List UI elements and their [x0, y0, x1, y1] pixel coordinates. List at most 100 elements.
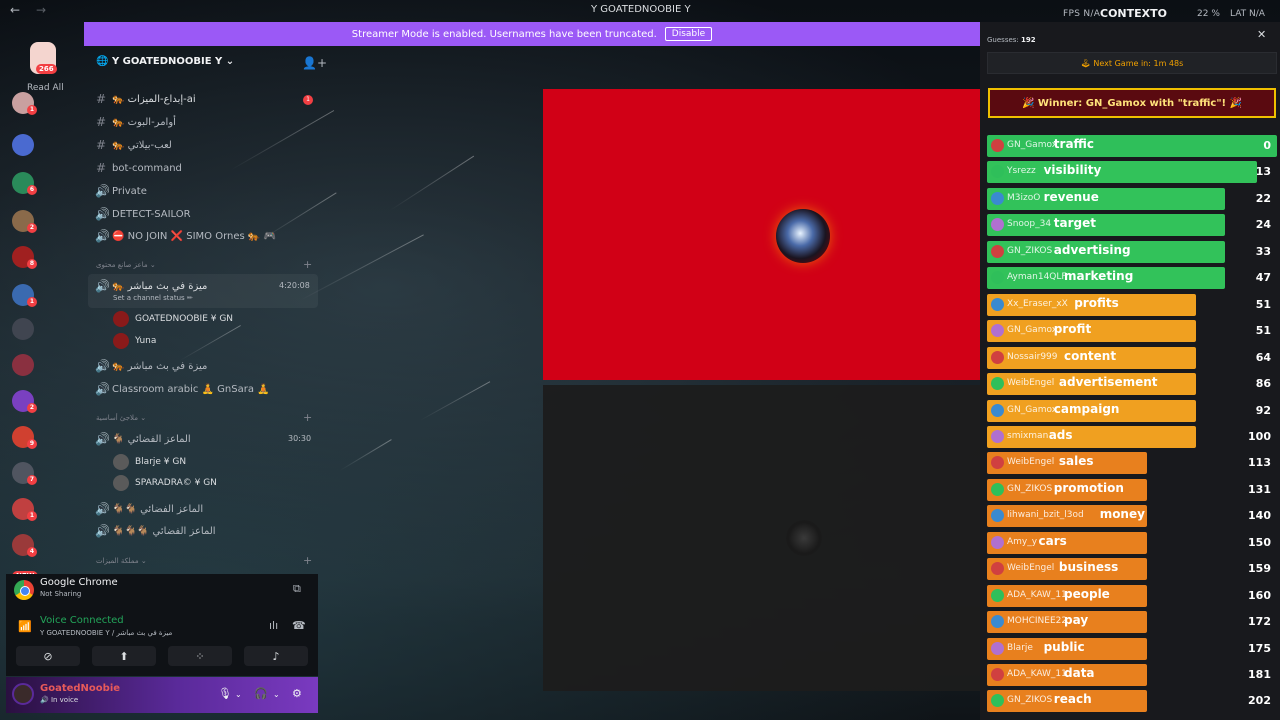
guesser-name: Amy_y	[1007, 536, 1038, 547]
guesser-name: M3izoO	[1007, 192, 1041, 203]
guesser-name: WeibEngel	[1007, 378, 1055, 389]
add-channel-icon[interactable]: +	[303, 554, 312, 567]
channel-item[interactable]: 🔊 🐅 ميزة في بث مباشر	[95, 359, 207, 373]
guess-rank: 92	[1255, 403, 1271, 417]
add-channel-icon[interactable]: +	[303, 258, 312, 271]
chevron-down-icon[interactable]: ⌄	[273, 690, 280, 699]
read-all-label[interactable]: Read All	[27, 83, 64, 93]
guess-row: WeibEngel sales 113	[987, 452, 1277, 475]
guesser-avatar	[991, 139, 1004, 152]
server-icon[interactable]	[12, 134, 34, 156]
voice-user[interactable]: Yuna	[113, 333, 156, 349]
avatar[interactable]	[12, 683, 34, 705]
username[interactable]: GoatedNoobie	[40, 683, 120, 694]
guesser-name: lihwani_bzit_l3od	[1007, 510, 1084, 521]
avatar	[113, 311, 129, 327]
guess-row: Ysrezz visibility 13	[987, 161, 1277, 184]
channel-item[interactable]: # 🐅 إبداع-الميزات-ai	[95, 92, 196, 106]
channel-item[interactable]: 🔊 Private	[95, 184, 147, 198]
screen-share-app: Google Chrome	[40, 577, 118, 588]
voice-channel-active[interactable]: 🔊 🐅 ميزة في بث مباشر	[95, 279, 207, 293]
guesser-name: WeibEngel	[1007, 563, 1055, 574]
category-header[interactable]: ملاجئ أساسية ⌄	[96, 414, 146, 422]
chevron-down-icon[interactable]: ⌄	[235, 690, 242, 699]
guesser-name: GN_ZIKOS	[1007, 483, 1053, 494]
channel-item[interactable]: 🔊 🐐🐐🐐 الماعز الفضائي	[95, 524, 216, 538]
voice-user[interactable]: GOATEDNOOBIE ¥ GN	[113, 311, 233, 327]
guess-word: sales	[1058, 454, 1094, 469]
stream-video-top[interactable]	[543, 89, 980, 380]
server-icon[interactable]	[12, 354, 34, 376]
contexto-title: CONTEXTO	[1100, 7, 1167, 20]
forward-arrow-icon[interactable]: →	[36, 3, 46, 17]
guess-word: traffic	[1053, 137, 1095, 151]
voice-user[interactable]: Blarje ¥ GN	[113, 454, 186, 470]
voice-icon: 🔊	[95, 207, 110, 221]
microphone-icon[interactable]: 🎙	[218, 687, 232, 700]
chevron-down-icon: ⌄	[222, 56, 235, 67]
guesser-avatar	[991, 588, 1004, 602]
signal-icon: 📶	[18, 620, 32, 633]
add-user-icon[interactable]: 👤+	[302, 56, 327, 70]
mascot-logo	[776, 209, 830, 263]
guess-row: M3izoO revenue 22	[987, 187, 1277, 210]
guesser-name: smixman	[1007, 430, 1049, 441]
camera-off-button[interactable]: ⊘	[16, 646, 80, 666]
server-icon[interactable]	[12, 318, 34, 340]
guess-rank: 47	[1255, 271, 1271, 285]
channel-label: Classroom arabic 🧘 GnSara 🧘	[112, 383, 270, 395]
guess-row: GN_Gamox profit 51	[987, 320, 1277, 343]
category-header[interactable]: مملكة الميزات ⌄	[96, 557, 147, 565]
screen-share-button[interactable]: ⬆	[92, 646, 156, 666]
guess-word: cars	[1038, 533, 1067, 548]
guesser-avatar	[991, 429, 1004, 443]
guesser-avatar	[991, 244, 1004, 258]
voice-icon: 🔊	[95, 524, 110, 538]
guess-word: pay	[1064, 613, 1089, 628]
guesser-name: GN_ZIKOS	[1007, 245, 1053, 256]
channel-item[interactable]: 🔊 DETECT-SAILOR	[95, 207, 191, 221]
guesser-avatar	[991, 482, 1004, 496]
guess-row: lihwani_bzit_l3od money 140	[987, 505, 1277, 528]
set-channel-status[interactable]: Set a channel status ✏	[113, 294, 193, 302]
guild-icon: 🌐	[96, 56, 112, 67]
activities-button[interactable]: ⁘	[168, 646, 232, 666]
server-mention-badge: 9	[27, 439, 37, 449]
category-header[interactable]: ماعز صانع محتوى ⌄	[96, 261, 156, 269]
settings-gear-icon[interactable]: ⚙	[292, 687, 302, 700]
headphones-icon[interactable]: 🎧	[254, 687, 268, 700]
guesser-name: GN_Gamox	[1007, 404, 1058, 415]
hashtag-icon: #	[95, 161, 107, 175]
channel-item[interactable]: # bot-command	[95, 161, 182, 175]
disconnect-icon[interactable]: ☎	[292, 619, 306, 632]
server-mention-badge: 7	[27, 475, 37, 485]
close-icon[interactable]: ✕	[1257, 28, 1266, 41]
guesser-name: Ysrezz	[1007, 166, 1036, 177]
noise-suppression-icon[interactable]: ılı	[269, 619, 278, 632]
voice-user[interactable]: SPARADRA© ¥ GN	[113, 475, 217, 491]
channel-item[interactable]: 🔊 Classroom arabic 🧘 GnSara 🧘	[95, 382, 270, 396]
guess-row: GN_Gamox campaign 92	[987, 399, 1277, 422]
soundboard-button[interactable]: ♪	[244, 646, 308, 666]
voice-connected-label[interactable]: Voice Connected	[40, 615, 124, 626]
guess-word: advertising	[1053, 242, 1131, 257]
guess-rank: 13	[1255, 165, 1271, 179]
add-channel-icon[interactable]: +	[303, 411, 312, 424]
voice-channel[interactable]: 🔊 🐐 الماعز الفضائي	[95, 432, 191, 446]
disable-streamer-mode-button[interactable]: Disable	[664, 27, 713, 41]
guess-word: visibility	[1043, 163, 1102, 178]
guild-name-text: Y GOATEDNOOBIE Y	[111, 56, 223, 67]
channel-item[interactable]: # 🐅 لعب-بيلاتي	[95, 138, 172, 152]
soundboard-icon: ♪	[272, 649, 280, 663]
guess-rank: 22	[1255, 191, 1271, 205]
stream-video-bottom[interactable]	[543, 385, 980, 691]
share-screen-icon[interactable]: ⧉	[293, 582, 301, 596]
back-arrow-icon[interactable]: ←	[10, 3, 20, 17]
avatar	[113, 454, 129, 470]
banner-text: Streamer Mode is enabled. Usernames have…	[351, 28, 657, 40]
guess-row: Snoop_34 target 24	[987, 214, 1277, 237]
guild-name[interactable]: 🌐 Y GOATEDNOOBIE Y ⌄	[96, 56, 234, 67]
channel-item[interactable]: # 🐅 أوامر-البوت	[95, 115, 176, 129]
channel-item[interactable]: 🔊 🐐🐐 الماعز الفضائي	[95, 502, 203, 516]
channel-item[interactable]: 🔊 ⛔ NO JOIN ❌ SIMO Ornes 🐅 🎮	[95, 229, 276, 243]
